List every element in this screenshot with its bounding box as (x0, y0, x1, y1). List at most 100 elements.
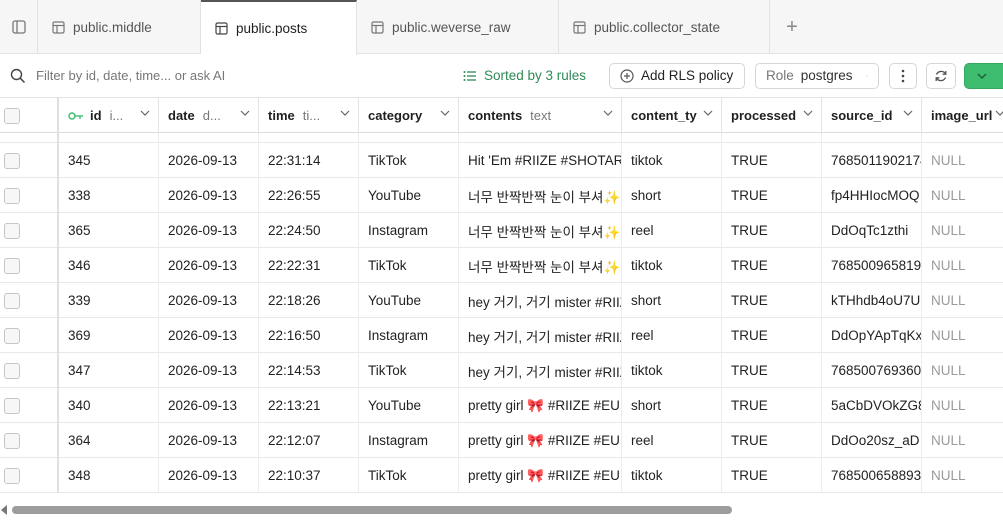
cell-source-id[interactable]: 76850065889311 (822, 458, 922, 493)
cell-image-url[interactable]: NULL (922, 388, 1003, 423)
table-row[interactable]: 369 2026-09-13 22:16:50 Instagram hey 거기, 거기… (0, 318, 1003, 353)
cell-category[interactable]: TikTok (359, 458, 459, 493)
column-header-content-type[interactable]: content_ty (622, 98, 722, 133)
table-row[interactable]: 365 2026-09-13 22:24:50 Instagram 너무 반짝반짝 눈이… (0, 213, 1003, 248)
cell-id[interactable]: 364 (59, 423, 159, 458)
cell-content-type[interactable]: reel (622, 318, 722, 353)
row-checkbox[interactable] (4, 362, 20, 379)
sort-indicator-button[interactable]: Sorted by 3 rules (463, 68, 586, 83)
cell-time[interactable]: 22:26:55 (259, 178, 359, 213)
cell-processed[interactable]: TRUE (722, 458, 822, 493)
cell-date[interactable]: 2026-09-13 (159, 353, 259, 388)
column-header-time[interactable]: time ti... (259, 98, 359, 133)
table-row[interactable]: 345 2026-09-13 22:31:14 TikTok Hit 'Em #RIIZ… (0, 143, 1003, 178)
cell-source-id[interactable]: DdOo20sz_aD (822, 423, 922, 458)
cell-processed[interactable]: TRUE (722, 178, 822, 213)
cell-processed[interactable]: TRUE (722, 388, 822, 423)
cell-id[interactable]: 346 (59, 248, 159, 283)
cell-date[interactable]: 2026-09-13 (159, 143, 259, 178)
cell-category[interactable]: YouTube (359, 178, 459, 213)
cell-date[interactable]: 2026-09-13 (159, 283, 259, 318)
cell-processed[interactable]: TRUE (722, 353, 822, 388)
refresh-button[interactable] (926, 62, 956, 89)
cell-date[interactable]: 2026-09-13 (159, 458, 259, 493)
cell-id[interactable]: 340 (59, 388, 159, 423)
row-checkbox[interactable] (4, 467, 20, 484)
cell-category[interactable]: TikTok (359, 248, 459, 283)
add-rls-policy-button[interactable]: Add RLS policy (609, 62, 745, 89)
cell-id[interactable]: 345 (59, 143, 159, 178)
cell-contents[interactable]: 너무 반짝반짝 눈이 부셔✨ (459, 178, 622, 213)
cell-content-type[interactable]: reel (622, 423, 722, 458)
cell-category[interactable]: YouTube (359, 388, 459, 423)
cell-image-url[interactable]: NULL (922, 283, 1003, 318)
tab-public-posts[interactable]: public.posts (201, 0, 357, 55)
column-header-source-id[interactable]: source_id (822, 98, 922, 133)
horizontal-scrollbar[interactable] (0, 503, 1003, 517)
cell-source-id[interactable]: DdOpYApTqKx (822, 318, 922, 353)
cell-contents[interactable]: Hit 'Em #RIIZE #SHOTARO (459, 143, 622, 178)
cell-processed[interactable]: TRUE (722, 143, 822, 178)
column-header-image-url[interactable]: image_url (922, 98, 1003, 133)
search-input[interactable] (36, 68, 436, 83)
cell-category[interactable]: Instagram (359, 423, 459, 458)
cell-content-type[interactable]: short (622, 283, 722, 318)
cell-id[interactable]: 365 (59, 213, 159, 248)
cell-contents[interactable]: hey 거기, 거기 mister #RIIZE (459, 283, 622, 318)
cell-date[interactable]: 2026-09-13 (159, 178, 259, 213)
table-row[interactable]: 339 2026-09-13 22:18:26 YouTube hey 거기, 거기 m… (0, 283, 1003, 318)
cell-processed[interactable]: TRUE (722, 283, 822, 318)
row-checkbox[interactable] (4, 432, 20, 449)
cell-content-type[interactable]: tiktok (622, 353, 722, 388)
cell-id[interactable]: 339 (59, 283, 159, 318)
cell-time[interactable]: 22:31:14 (259, 143, 359, 178)
cell-image-url[interactable]: NULL (922, 353, 1003, 388)
cell-image-url[interactable]: NULL (922, 458, 1003, 493)
cell-id[interactable]: 338 (59, 178, 159, 213)
cell-contents[interactable]: pretty girl 🎀 #RIIZE #EU (459, 388, 622, 423)
table-row[interactable]: 340 2026-09-13 22:13:21 YouTube pretty girl … (0, 388, 1003, 423)
tab-public-middle[interactable]: public.middle (38, 0, 201, 54)
column-header-date[interactable]: date d... (159, 98, 259, 133)
cell-contents[interactable]: pretty girl 🎀 #RIIZE #EU (459, 458, 622, 493)
column-header-category[interactable]: category (359, 98, 459, 133)
cell-source-id[interactable]: 5aCbDVOkZG8 (822, 388, 922, 423)
new-tab-button[interactable]: + (770, 0, 814, 54)
cell-content-type[interactable]: short (622, 178, 722, 213)
column-header-id[interactable]: id i... (59, 98, 159, 133)
cell-source-id[interactable]: kTHhdb4oU7U (822, 283, 922, 318)
row-checkbox[interactable] (4, 187, 20, 204)
cell-time[interactable]: 22:22:31 (259, 248, 359, 283)
role-select[interactable]: Role postgres (755, 62, 879, 89)
cell-source-id[interactable]: fp4HHIocMOQ (822, 178, 922, 213)
cell-source-id[interactable]: DdOqTc1zthi (822, 213, 922, 248)
cell-time[interactable]: 22:13:21 (259, 388, 359, 423)
cell-date[interactable]: 2026-09-13 (159, 388, 259, 423)
more-options-button[interactable] (889, 62, 917, 89)
cell-image-url[interactable]: NULL (922, 248, 1003, 283)
cell-time[interactable]: 22:10:37 (259, 458, 359, 493)
cell-time[interactable]: 22:12:07 (259, 423, 359, 458)
row-checkbox[interactable] (4, 257, 20, 274)
table-row[interactable]: 347 2026-09-13 22:14:53 TikTok hey 거기, 거기 mi… (0, 353, 1003, 388)
tab-public-weverse-raw[interactable]: public.weverse_raw (357, 0, 559, 54)
select-all-checkbox[interactable] (4, 107, 20, 124)
cell-processed[interactable]: TRUE (722, 423, 822, 458)
row-checkbox[interactable] (4, 222, 20, 239)
cell-category[interactable]: TikTok (359, 353, 459, 388)
table-row[interactable]: 364 2026-09-13 22:12:07 Instagram pretty gir… (0, 423, 1003, 458)
cell-contents[interactable]: pretty girl 🎀 #RIIZE #EU (459, 423, 622, 458)
column-header-processed[interactable]: processed (722, 98, 822, 133)
cell-processed[interactable]: TRUE (722, 248, 822, 283)
cell-content-type[interactable]: reel (622, 213, 722, 248)
cell-date[interactable]: 2026-09-13 (159, 213, 259, 248)
cell-source-id[interactable]: 76850119021746 (822, 143, 922, 178)
cell-contents[interactable]: hey 거기, 거기 mister #RIIZE (459, 353, 622, 388)
cell-image-url[interactable]: NULL (922, 423, 1003, 458)
scrollbar-thumb[interactable] (12, 506, 732, 514)
row-checkbox[interactable] (4, 292, 20, 309)
cell-source-id[interactable]: 76850096581919 (822, 248, 922, 283)
cell-contents[interactable]: hey 거기, 거기 mister #RIIZE (459, 318, 622, 353)
row-checkbox[interactable] (4, 327, 20, 344)
cell-contents[interactable]: 너무 반짝반짝 눈이 부셔✨ (459, 248, 622, 283)
